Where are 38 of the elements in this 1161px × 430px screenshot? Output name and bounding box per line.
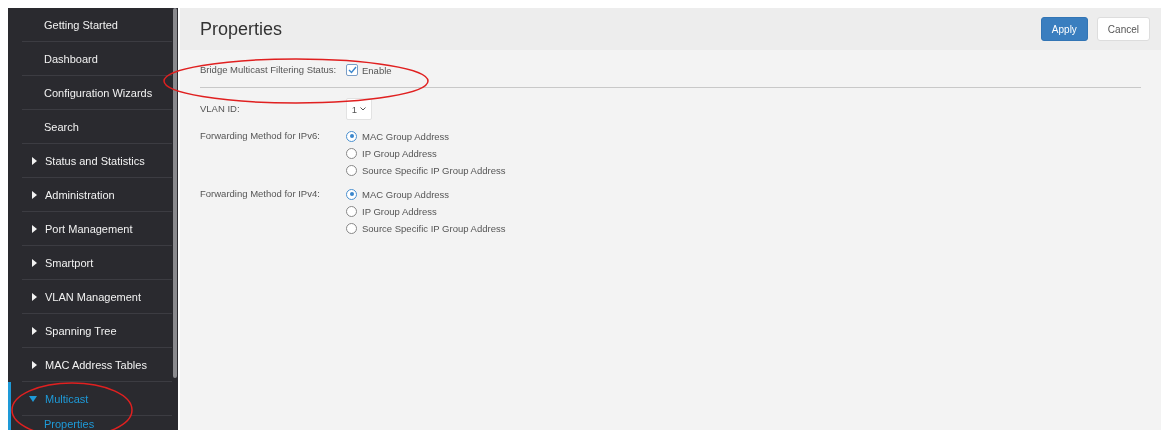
chevron-down-icon <box>360 107 367 111</box>
sidebar-item[interactable]: Status and Statistics <box>22 154 145 167</box>
sidebar-item[interactable]: MAC Address Tables <box>22 358 147 371</box>
radio-button[interactable] <box>346 147 357 159</box>
scrollbar[interactable] <box>173 8 177 378</box>
radio-label: MAC Group Address <box>362 188 450 200</box>
radio-button[interactable] <box>346 205 357 217</box>
sidebar-item[interactable]: Getting Started <box>22 18 118 31</box>
radio-button[interactable] <box>346 222 357 234</box>
sidebar-subitem[interactable]: Properties <box>44 416 178 430</box>
checkbox[interactable] <box>346 64 358 76</box>
sidebar-item[interactable]: Smartport <box>22 256 94 269</box>
sidebar-item[interactable]: Multicast <box>22 392 89 405</box>
radio-label: Source Specific IP Group Address <box>362 222 506 234</box>
sidebar-item[interactable]: Dashboard <box>22 52 98 65</box>
radio-button[interactable] <box>346 164 357 176</box>
selection-accent <box>8 382 11 430</box>
radio-label: MAC Group Address <box>362 130 450 142</box>
sidebar-item[interactable]: Configuration Wizards <box>22 86 153 99</box>
checkbox-label: Enable <box>362 64 392 76</box>
sidebar-item[interactable]: Spanning Tree <box>22 324 117 337</box>
sidebar-item[interactable]: Port Management <box>22 222 133 235</box>
page-title: Properties <box>200 18 283 40</box>
sidebar-item[interactable]: Administration <box>22 188 115 201</box>
field-label: VLAN ID: <box>200 102 241 116</box>
field-label: Bridge Multicast Filtering Status: <box>200 63 338 77</box>
sidebar-item[interactable]: VLAN Management <box>22 290 141 303</box>
apply-button[interactable]: Apply <box>1040 17 1088 41</box>
field-label: Forwarding Method for IPv4: <box>200 187 321 201</box>
cancel-button[interactable]: Cancel <box>1096 17 1150 41</box>
radio-label: IP Group Address <box>362 147 437 159</box>
field-label: Forwarding Method for IPv6: <box>200 129 321 143</box>
radio-label: IP Group Address <box>362 205 437 217</box>
vlan-select[interactable]: 1 <box>346 98 372 120</box>
sidebar-item[interactable]: Search <box>22 120 79 133</box>
radio-label: Source Specific IP Group Address <box>362 164 506 176</box>
radio-button[interactable] <box>346 188 357 200</box>
radio-button[interactable] <box>346 130 357 142</box>
